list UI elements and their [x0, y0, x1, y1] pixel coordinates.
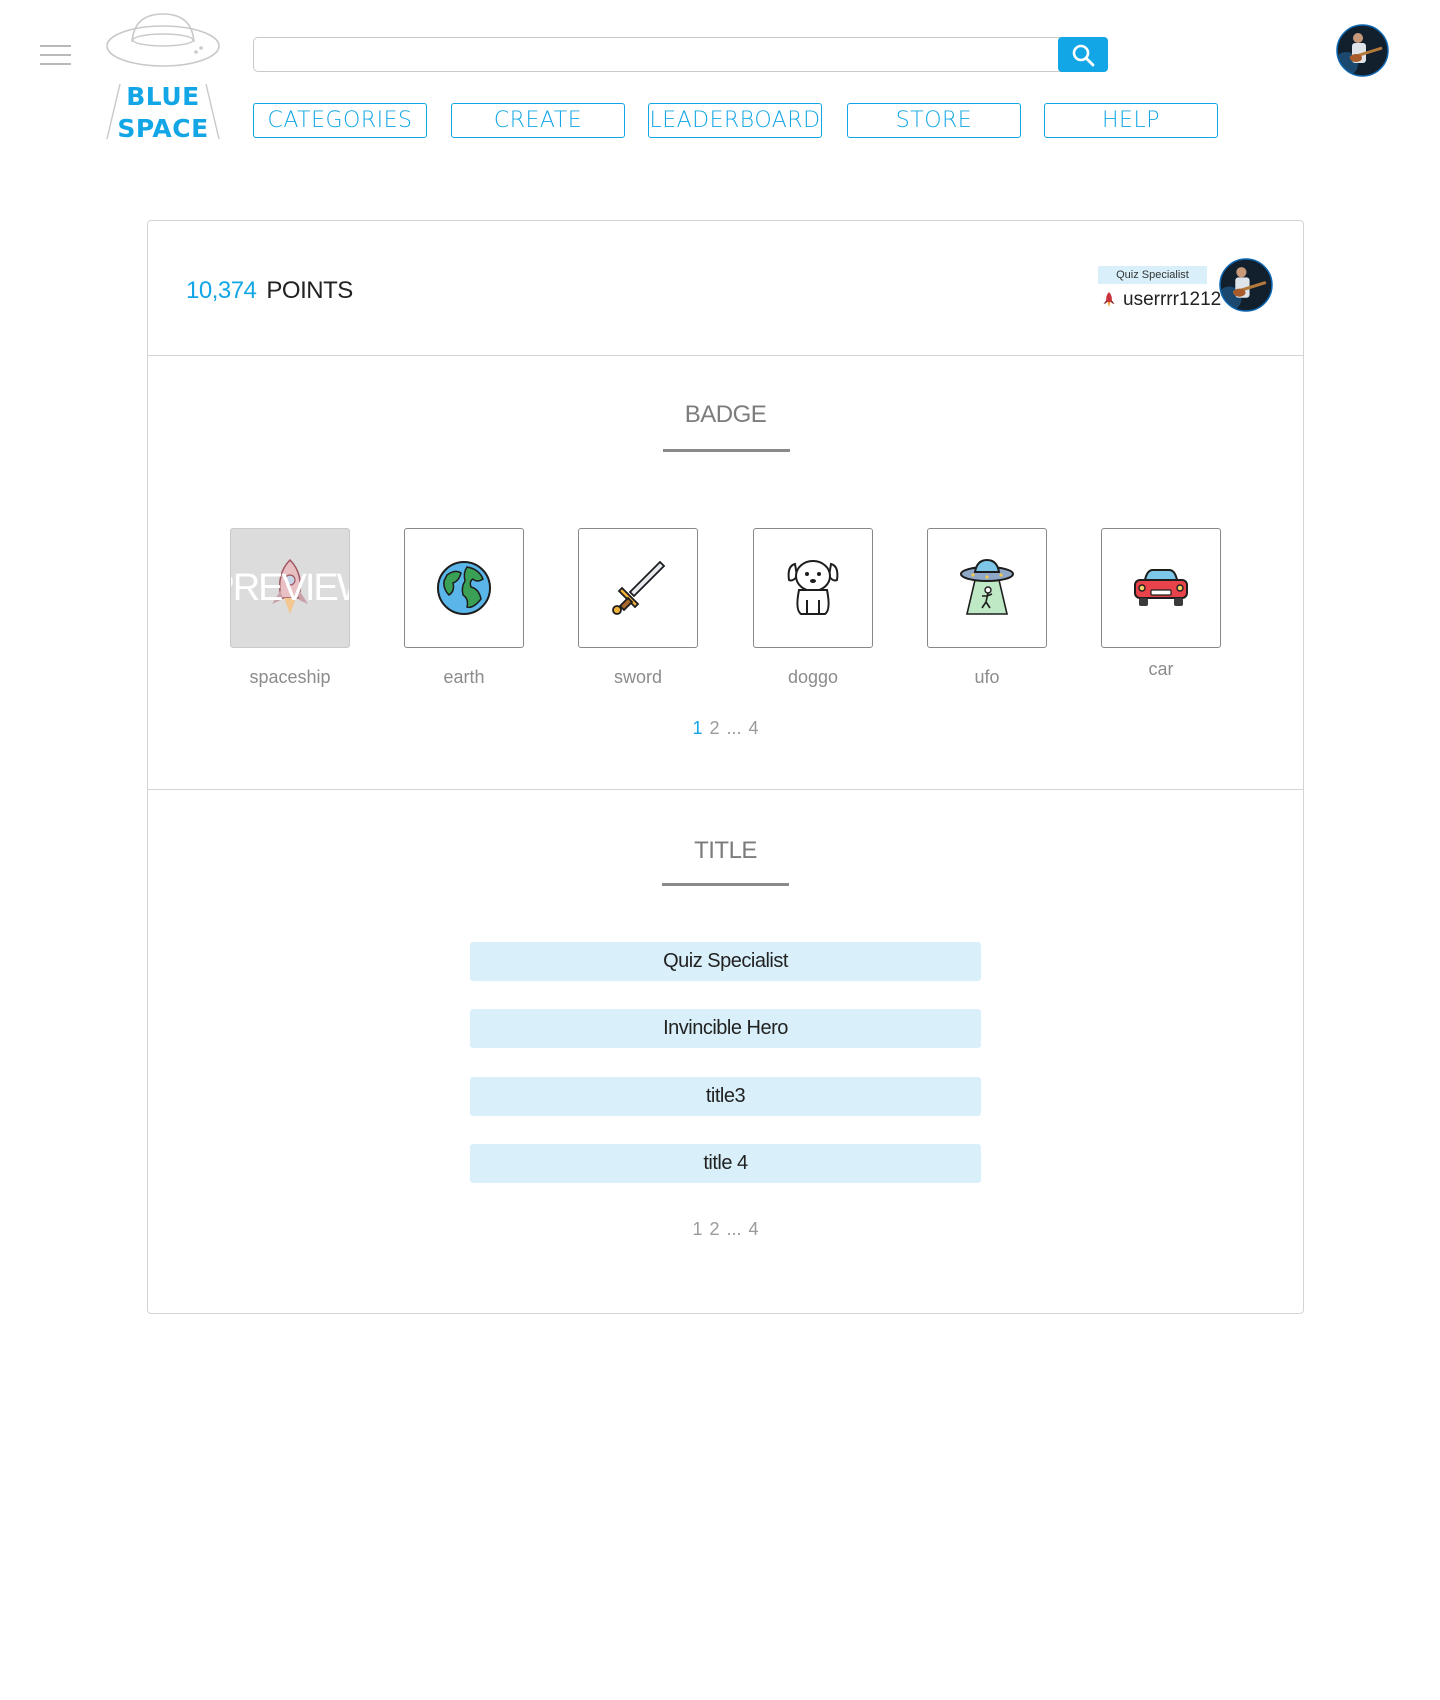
page-link-1[interactable]: 1 — [692, 718, 702, 738]
title-option[interactable]: title3 — [470, 1077, 981, 1116]
nav-leaderboard[interactable]: LEADERBOARD — [648, 103, 822, 138]
page-link-2[interactable]: 2 — [709, 718, 719, 738]
badge-label: doggo — [787, 667, 839, 687]
search-icon — [1072, 44, 1095, 66]
logo-text-line1: BLUE — [126, 82, 200, 111]
badge-ufo[interactable] — [927, 528, 1047, 648]
username: userrrr1212 — [1123, 289, 1222, 310]
logo-text-line2: SPACE — [117, 114, 209, 143]
rocket-icon — [1103, 292, 1115, 307]
points-value: 10,374 — [186, 277, 257, 304]
title-pagination: 1 2 ... 4 — [148, 1219, 1303, 1240]
search-input[interactable] — [253, 37, 1063, 72]
page-link-2[interactable]: 2 — [709, 1219, 719, 1239]
badge-label: car — [1148, 659, 1174, 679]
badge-heading: BADGE — [684, 401, 767, 428]
sword-icon — [612, 560, 666, 615]
menu-icon[interactable] — [40, 45, 71, 67]
badge-pagination: 1 2 ... 4 — [148, 718, 1303, 739]
preview-label: PREVIEW — [231, 566, 349, 609]
dog-icon — [787, 560, 839, 615]
search-button[interactable] — [1058, 37, 1108, 72]
car-icon — [1134, 569, 1188, 606]
page-ellipsis: ... — [726, 1219, 742, 1239]
badge-label: spaceship — [249, 667, 331, 687]
username-row: userrrr1212 — [1103, 289, 1221, 311]
logo[interactable]: BLUE SPACE — [104, 12, 222, 143]
title-option[interactable]: Quiz Specialist — [470, 942, 981, 981]
page-link-last[interactable]: 4 — [749, 1219, 759, 1239]
title-heading: TITLE — [694, 837, 757, 864]
search-bar — [253, 37, 1108, 72]
badge-spaceship[interactable]: PREVIEW — [230, 528, 350, 648]
nav-help[interactable]: HELP — [1044, 103, 1218, 138]
badge-label: ufo — [974, 667, 1000, 687]
page-link-1[interactable]: 1 — [692, 1219, 702, 1239]
divider — [148, 355, 1303, 356]
badge-label: earth — [443, 667, 485, 687]
badge-earth[interactable] — [404, 528, 524, 648]
ufo-icon — [960, 558, 1014, 615]
title-option[interactable]: Invincible Hero — [470, 1009, 981, 1048]
current-title-tag: Quiz Specialist — [1098, 266, 1207, 284]
title-heading-underline — [662, 883, 789, 886]
points-label: POINTS — [266, 277, 353, 304]
divider — [148, 789, 1303, 790]
badge-label: sword — [613, 667, 662, 687]
nav-create[interactable]: CREATE — [451, 103, 625, 138]
earth-icon — [437, 561, 491, 615]
badge-doggo[interactable] — [753, 528, 873, 648]
page-link-last[interactable]: 4 — [749, 718, 759, 738]
profile-avatar[interactable] — [1219, 258, 1273, 312]
user-avatar[interactable] — [1336, 24, 1389, 77]
profile-card: 10,374 POINTS Quiz Specialist userrrr1212… — [147, 220, 1304, 1314]
points-display: 10,374 POINTS — [186, 277, 353, 305]
badge-car[interactable] — [1101, 528, 1221, 648]
badge-heading-underline — [663, 449, 790, 452]
nav-categories[interactable]: CATEGORIES — [253, 103, 427, 138]
badge-sword[interactable] — [578, 528, 698, 648]
page-ellipsis: ... — [726, 718, 742, 738]
nav-store[interactable]: STORE — [847, 103, 1021, 138]
title-option[interactable]: title 4 — [470, 1144, 981, 1183]
